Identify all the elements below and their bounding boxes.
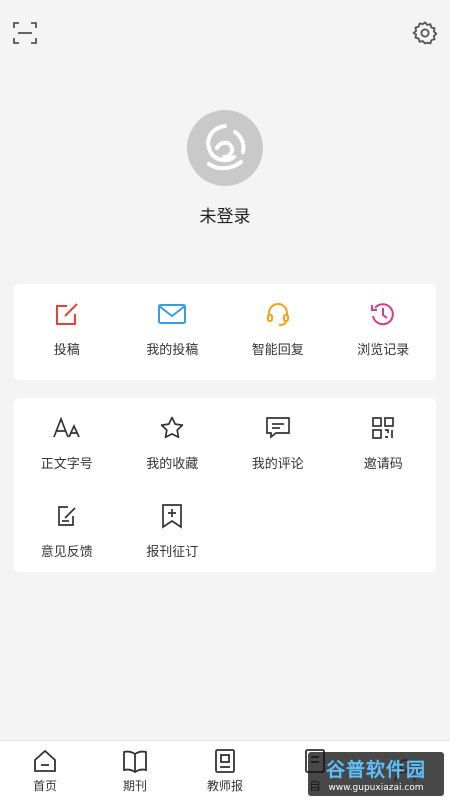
settings-item-label: 我的收藏 xyxy=(146,456,199,472)
quick-action-label: 投稿 xyxy=(53,342,80,358)
tab-profile[interactable] xyxy=(360,741,450,800)
favorites-item[interactable]: 我的收藏 xyxy=(120,398,226,486)
login-status[interactable]: 未登录 xyxy=(0,202,450,227)
settings-item-label: 报刊征订 xyxy=(146,544,199,560)
browse-history-button[interactable]: 浏览记录 xyxy=(331,284,437,372)
scan-icon[interactable] xyxy=(12,20,38,46)
feedback-icon xyxy=(52,501,82,531)
settings-item-label: 意见反馈 xyxy=(40,544,93,560)
tab-label: 首页 xyxy=(32,779,57,793)
quick-action-label: 浏览记录 xyxy=(357,342,410,358)
font-size-item[interactable]: 正文字号 xyxy=(14,398,120,486)
book-icon xyxy=(121,747,149,775)
bottom-tab-bar: 首页 期刊 教师报 自 xyxy=(0,740,450,800)
font-size-icon xyxy=(52,413,82,443)
media-icon xyxy=(301,747,329,775)
quick-action-label: 我的投稿 xyxy=(146,342,199,358)
tab-label: 期刊 xyxy=(122,779,147,793)
mail-icon xyxy=(157,299,187,329)
comment-icon xyxy=(263,413,293,443)
tab-media[interactable]: 自 xyxy=(270,741,360,800)
edit-icon xyxy=(52,299,82,329)
my-submissions-button[interactable]: 我的投稿 xyxy=(120,284,226,372)
history-icon xyxy=(368,299,398,329)
feedback-item[interactable]: 意见反馈 xyxy=(14,486,120,574)
comments-item[interactable]: 我的评论 xyxy=(225,398,331,486)
qr-code-icon xyxy=(368,413,398,443)
subscription-item[interactable]: 报刊征订 xyxy=(120,486,226,574)
invite-code-item[interactable]: 邀请码 xyxy=(331,398,437,486)
settings-item-label: 邀请码 xyxy=(363,456,403,472)
top-bar xyxy=(0,0,450,60)
settings-item-label: 正文字号 xyxy=(40,456,93,472)
star-icon xyxy=(157,413,187,443)
gear-icon[interactable] xyxy=(412,20,438,46)
quick-action-label: 智能回复 xyxy=(251,342,304,358)
bookmark-icon xyxy=(157,501,187,531)
user-icon xyxy=(391,756,419,784)
settings-card: 正文字号 我的收藏 我的评论 邀请码 意见反馈 报刊征订 xyxy=(14,398,436,572)
tab-label: 自 xyxy=(308,779,321,793)
settings-item-label: 我的评论 xyxy=(251,456,304,472)
tab-teacher-news[interactable]: 教师报 xyxy=(180,741,270,800)
headset-icon xyxy=(263,299,293,329)
avatar[interactable] xyxy=(187,110,263,186)
home-icon xyxy=(31,747,59,775)
newspaper-icon xyxy=(211,747,239,775)
profile-section: 未登录 xyxy=(0,110,450,227)
smart-reply-button[interactable]: 智能回复 xyxy=(225,284,331,372)
tab-home[interactable]: 首页 xyxy=(0,741,90,800)
tab-journals[interactable]: 期刊 xyxy=(90,741,180,800)
submit-manuscript-button[interactable]: 投稿 xyxy=(14,284,120,372)
quick-actions-card: 投稿 我的投稿 智能回复 浏览记录 xyxy=(14,284,436,380)
tab-label: 教师报 xyxy=(206,779,243,793)
